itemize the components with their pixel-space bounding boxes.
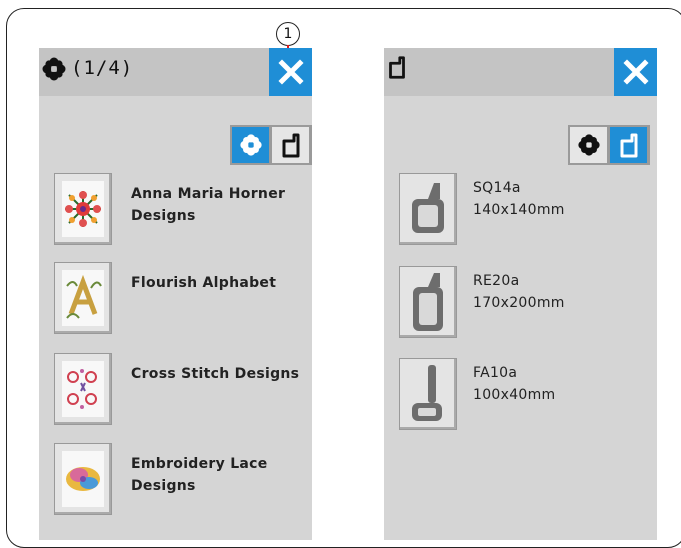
list-item-label: Flourish Alphabet — [131, 275, 277, 291]
hoop-icon — [389, 56, 405, 79]
designs-tab-button[interactable] — [570, 127, 607, 163]
flower-icon — [42, 57, 66, 81]
title-bar — [384, 48, 657, 96]
designs-tab-button[interactable] — [232, 127, 269, 163]
page-indicator: (1/4) — [71, 57, 134, 79]
list-item-label: SQ14a 140x140mm — [473, 180, 565, 218]
list-item-hoop-fa10a[interactable]: FA10a 100x40mm — [384, 358, 657, 438]
list-item-hoop-re20a[interactable]: RE20a 170x200mm — [384, 266, 657, 346]
hoop-fa10a-icon — [399, 358, 457, 430]
lace-thumbnail — [54, 443, 112, 515]
list-item-embroidery-lace[interactable]: Embroidery Lace Designs — [39, 443, 312, 523]
hoop-tab-button[interactable] — [610, 127, 647, 163]
flower-design-thumbnail — [54, 173, 112, 245]
list-item-cross-stitch[interactable]: Cross Stitch Designs — [39, 353, 312, 433]
close-icon — [622, 59, 649, 85]
category-toggle — [568, 125, 650, 165]
hoop-sq14a-icon — [399, 173, 457, 245]
hoop-icon — [620, 133, 637, 158]
list-item-label: Anna Maria Horner Designs — [131, 186, 286, 224]
close-button[interactable] — [269, 48, 312, 96]
designs-panel: (1/4) Anna Maria Horner Designs Flourish… — [39, 48, 312, 540]
hoop-icon — [282, 133, 299, 158]
list-item-label: RE20a 170x200mm — [473, 273, 565, 311]
close-button[interactable] — [614, 48, 657, 96]
list-item-anna-maria-horner[interactable]: Anna Maria Horner Designs — [39, 173, 312, 253]
hoop-panel: SQ14a 140x140mm RE20a 170x200mm FA10a 100x4… — [384, 48, 657, 540]
title-bar: (1/4) — [39, 48, 312, 96]
list-item-flourish-alphabet[interactable]: Flourish Alphabet — [39, 262, 312, 342]
flower-icon — [577, 134, 600, 156]
hoop-tab-button[interactable] — [272, 127, 309, 163]
cross-stitch-thumbnail — [54, 353, 112, 425]
list-item-hoop-sq14a[interactable]: SQ14a 140x140mm — [384, 173, 657, 253]
hoop-re20a-icon — [399, 266, 457, 338]
callout-number: 1 — [276, 22, 300, 46]
alphabet-thumbnail — [54, 262, 112, 334]
list-item-label: Cross Stitch Designs — [131, 366, 300, 382]
list-item-label: Embroidery Lace Designs — [131, 456, 268, 494]
flower-icon — [239, 134, 262, 156]
category-toggle — [230, 125, 312, 165]
close-icon — [277, 59, 304, 85]
list-item-label: FA10a 100x40mm — [473, 365, 556, 403]
